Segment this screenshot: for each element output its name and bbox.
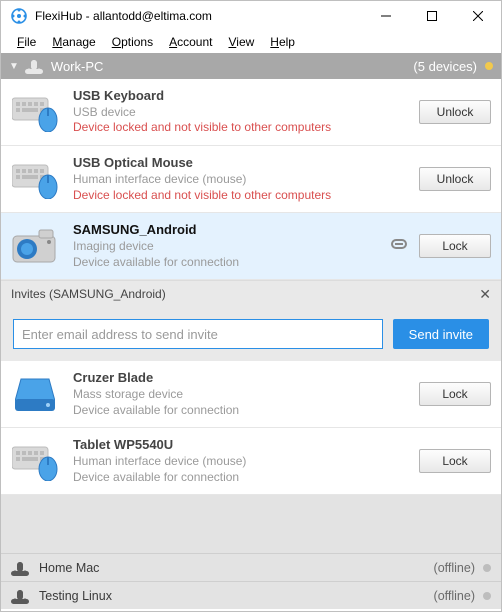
device-status: Device available for connection	[73, 403, 419, 419]
device-info: USB Keyboard USB device Device locked an…	[73, 88, 419, 136]
device-icon	[11, 159, 59, 199]
invites-title: Invites (SAMSUNG_Android)	[11, 287, 166, 301]
device-type: Imaging device	[73, 239, 379, 255]
device-icon	[11, 92, 59, 132]
device-count: (5 devices)	[413, 59, 477, 74]
device-status: Device locked and not visible to other c…	[73, 188, 419, 204]
window-title: FlexiHub - allantodd@eltima.com	[35, 9, 363, 23]
chevron-down-icon: ▼	[9, 61, 19, 72]
lock-button[interactable]: Lock	[419, 449, 491, 473]
device-icon	[11, 374, 59, 414]
menu-view[interactable]: View	[220, 33, 262, 51]
device-type: USB device	[73, 105, 419, 121]
menu-help[interactable]: Help	[262, 33, 303, 51]
node-icon	[25, 57, 43, 75]
send-invite-button[interactable]: Send invite	[393, 319, 489, 349]
device-status: Device available for connection	[73, 255, 379, 271]
device-name: USB Optical Mouse	[73, 155, 419, 172]
device-name: Cruzer Blade	[73, 370, 419, 387]
unlock-button[interactable]: Unlock	[419, 100, 491, 124]
invite-email-input[interactable]	[13, 319, 383, 349]
menu-account[interactable]: Account	[161, 33, 220, 51]
device-type: Human interface device (mouse)	[73, 454, 419, 470]
offline-node-row[interactable]: Testing Linux (offline)	[1, 581, 501, 609]
offline-node-status: (offline)	[434, 589, 475, 603]
node-status-dot	[485, 62, 493, 70]
offline-node-name: Home Mac	[39, 561, 434, 575]
device-type: Mass storage device	[73, 387, 419, 403]
device-row[interactable]: USB Keyboard USB device Device locked an…	[1, 79, 501, 146]
unlock-button[interactable]: Unlock	[419, 167, 491, 191]
offline-node-row[interactable]: Home Mac (offline)	[1, 553, 501, 581]
minimize-button[interactable]	[363, 1, 409, 31]
invites-header: Invites (SAMSUNG_Android) ✕	[1, 281, 501, 307]
menu-manage[interactable]: Manage	[44, 33, 103, 51]
device-name: SAMSUNG_Android	[73, 222, 379, 239]
device-icon	[11, 226, 59, 266]
title-bar: FlexiHub - allantodd@eltima.com	[1, 1, 501, 31]
invites-panel: Invites (SAMSUNG_Android) ✕ Send invite	[1, 280, 501, 361]
device-row[interactable]: Tablet WP5540U Human interface device (m…	[1, 428, 501, 495]
lock-button[interactable]: Lock	[419, 234, 491, 258]
menu-bar: File Manage Options Account View Help	[1, 31, 501, 53]
device-row[interactable]: USB Optical Mouse Human interface device…	[1, 146, 501, 213]
node-icon	[11, 587, 29, 605]
device-info: SAMSUNG_Android Imaging device Device av…	[73, 222, 379, 270]
device-row[interactable]: Cruzer Blade Mass storage device Device …	[1, 361, 501, 428]
maximize-button[interactable]	[409, 1, 455, 31]
offline-status-dot	[483, 592, 491, 600]
device-name: Tablet WP5540U	[73, 437, 419, 454]
close-icon[interactable]: ✕	[479, 286, 491, 303]
close-button[interactable]	[455, 1, 501, 31]
offline-node-name: Testing Linux	[39, 589, 434, 603]
offline-node-status: (offline)	[434, 561, 475, 575]
device-info: Tablet WP5540U Human interface device (m…	[73, 437, 419, 485]
device-icon	[11, 441, 59, 481]
device-status: Device locked and not visible to other c…	[73, 120, 419, 136]
device-info: USB Optical Mouse Human interface device…	[73, 155, 419, 203]
offline-status-dot	[483, 564, 491, 572]
menu-file[interactable]: File	[9, 33, 44, 51]
menu-options[interactable]: Options	[104, 33, 161, 51]
device-info: Cruzer Blade Mass storage device Device …	[73, 370, 419, 418]
node-name: Work-PC	[51, 59, 414, 74]
device-status: Device available for connection	[73, 470, 419, 486]
link-icon[interactable]	[389, 234, 409, 259]
node-icon	[11, 559, 29, 577]
device-type: Human interface device (mouse)	[73, 172, 419, 188]
lock-button[interactable]: Lock	[419, 382, 491, 406]
empty-area	[1, 495, 501, 553]
node-header[interactable]: ▼ Work-PC (5 devices)	[1, 53, 501, 79]
window-controls	[363, 1, 501, 31]
app-logo-icon	[11, 8, 27, 24]
device-name: USB Keyboard	[73, 88, 419, 105]
device-row[interactable]: SAMSUNG_Android Imaging device Device av…	[1, 213, 501, 280]
